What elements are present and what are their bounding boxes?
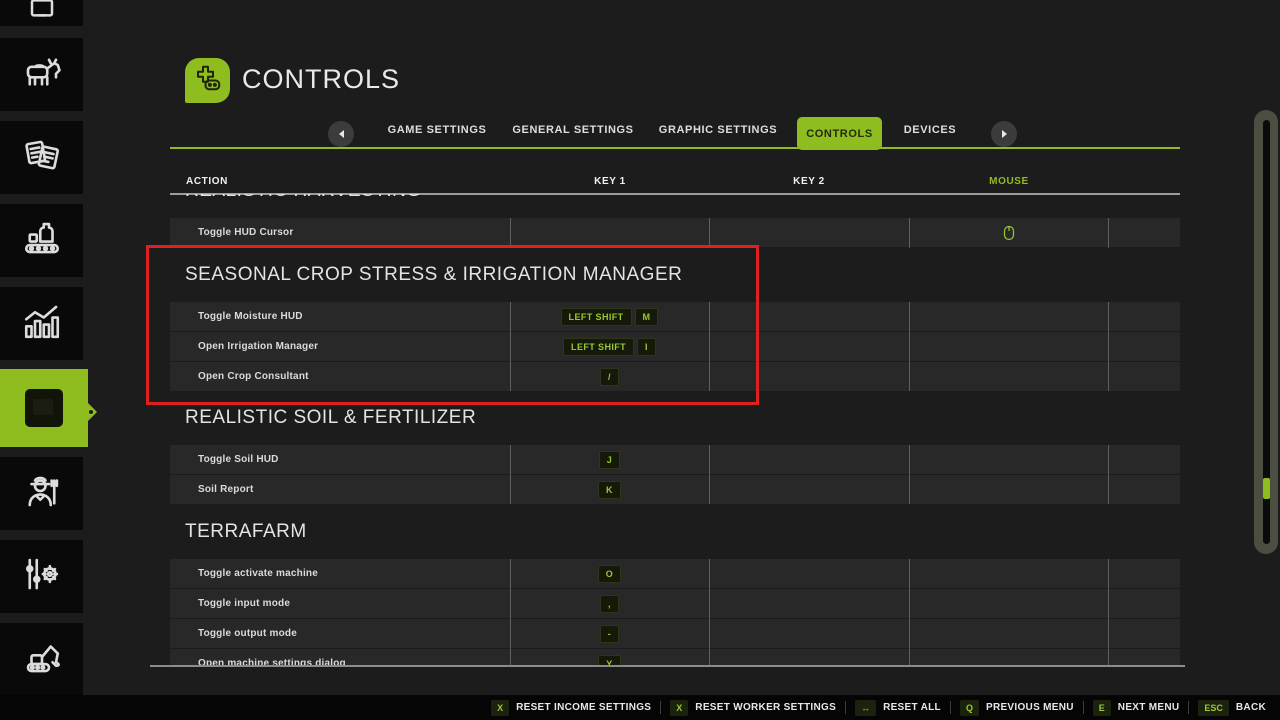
key-badge: O [598, 565, 621, 583]
previous-menu-label: PREVIOUS MENU [986, 702, 1074, 713]
action-label: Toggle output mode [198, 619, 297, 648]
section-title-realistic-harvesting: REALISTIC HARVESTING [185, 194, 422, 202]
key1-binding[interactable]: J [510, 445, 709, 474]
screen-icon [22, 4, 62, 22]
annotation-rectangle [146, 245, 759, 405]
table-row-toggle-hud-cursor[interactable]: Toggle HUD Cursor [170, 218, 1180, 247]
footer-separator [1083, 701, 1084, 714]
tabs-next-button[interactable] [991, 121, 1017, 147]
key-arrows-badge: ↔ [855, 700, 876, 716]
tab-devices[interactable]: DEVICES [855, 124, 1005, 136]
reset-all-button[interactable]: ↔ RESET ALL [855, 700, 941, 716]
page-title: CONTROLS [242, 64, 400, 95]
footer-separator [1188, 701, 1189, 714]
tab-general-settings[interactable]: GENERAL SETTINGS [498, 124, 648, 136]
key1-binding[interactable]: O [510, 559, 709, 588]
reset-income-settings-label: RESET INCOME SETTINGS [516, 702, 651, 713]
section-title-terrafarm: TERRAFARM [185, 521, 307, 543]
sidebar-item-animals[interactable] [0, 38, 83, 111]
reset-income-settings-button[interactable]: X RESET INCOME SETTINGS [491, 700, 651, 716]
column-header-mouse: MOUSE [909, 176, 1109, 187]
scrollbar-thumb[interactable] [1263, 478, 1270, 499]
documents-icon [21, 134, 63, 181]
sidebar-item-contracts[interactable] [0, 121, 83, 194]
action-label: Toggle input mode [198, 589, 290, 618]
gamepad-icon [193, 63, 223, 98]
column-header-key2: KEY 2 [709, 176, 909, 187]
action-label: Toggle activate machine [198, 559, 318, 588]
tabs-prev-button[interactable] [328, 121, 354, 147]
back-button[interactable]: ESC BACK [1198, 700, 1266, 716]
row-group-realistic-soil: Toggle Soil HUD J Soil Report K [170, 445, 1180, 504]
footer-separator [660, 701, 661, 714]
column-header-key1: KEY 1 [510, 176, 710, 187]
tab-game-settings[interactable]: GAME SETTINGS [362, 124, 512, 136]
table-row-toggle-soil-hud[interactable]: Toggle Soil HUD J [170, 445, 1180, 474]
next-menu-button[interactable]: E NEXT MENU [1093, 700, 1180, 716]
reset-worker-settings-label: RESET WORKER SETTINGS [695, 702, 836, 713]
controls-screen: CONTROLS GAME SETTINGS GENERAL SETTINGS … [0, 0, 1280, 720]
row-group-realistic-harvesting: Toggle HUD Cursor [170, 218, 1180, 248]
reset-worker-settings-button[interactable]: X RESET WORKER SETTINGS [670, 700, 836, 716]
table-row-toggle-input-mode[interactable]: Toggle input mode , [170, 589, 1180, 618]
action-label: Toggle Soil HUD [198, 445, 279, 474]
footer-separator [950, 701, 951, 714]
table-row-toggle-activate-machine[interactable]: Toggle activate machine O [170, 559, 1180, 588]
action-label: Toggle HUD Cursor [198, 218, 293, 247]
chevron-right-icon [1002, 130, 1007, 138]
footer-separator [845, 701, 846, 714]
key-e-badge: E [1093, 700, 1111, 716]
key-badge: K [598, 481, 621, 499]
tab-bar-underline [170, 147, 1180, 149]
column-header-action: ACTION [186, 176, 228, 187]
sidebar-item-top-partial[interactable] [0, 0, 83, 26]
key1-binding[interactable]: K [510, 475, 709, 504]
chevron-left-icon [339, 130, 344, 138]
tab-graphic-settings[interactable]: GRAPHIC SETTINGS [643, 124, 793, 136]
reset-all-label: RESET ALL [883, 702, 941, 713]
next-menu-label: NEXT MENU [1118, 702, 1180, 713]
key-q-badge: Q [960, 700, 979, 716]
key-esc-badge: ESC [1198, 700, 1229, 716]
mouse-icon [1003, 225, 1015, 241]
key-x-badge: X [670, 700, 688, 716]
action-label: Soil Report [198, 475, 254, 504]
footer-bar: X RESET INCOME SETTINGS X RESET WORKER S… [0, 695, 1280, 720]
cow-icon [21, 51, 63, 98]
back-label: BACK [1236, 702, 1266, 713]
previous-menu-button[interactable]: Q PREVIOUS MENU [960, 700, 1074, 716]
key1-binding[interactable]: , [510, 589, 709, 618]
key-badge: - [600, 625, 619, 643]
key-badge: J [599, 451, 620, 469]
key-x-badge: X [491, 700, 509, 716]
key-badge: , [600, 595, 619, 613]
row-group-terrafarm: Toggle activate machine O Toggle input m… [170, 559, 1180, 667]
section-title-realistic-soil: REALISTIC SOIL & FERTILIZER [185, 407, 476, 429]
table-row-soil-report[interactable]: Soil Report K [170, 475, 1180, 504]
key1-binding[interactable]: - [510, 619, 709, 648]
table-row-toggle-output-mode[interactable]: Toggle output mode - [170, 619, 1180, 648]
controls-page-icon [185, 58, 230, 103]
mouse-binding[interactable] [909, 218, 1108, 247]
list-bottom-boundary [150, 665, 1185, 667]
